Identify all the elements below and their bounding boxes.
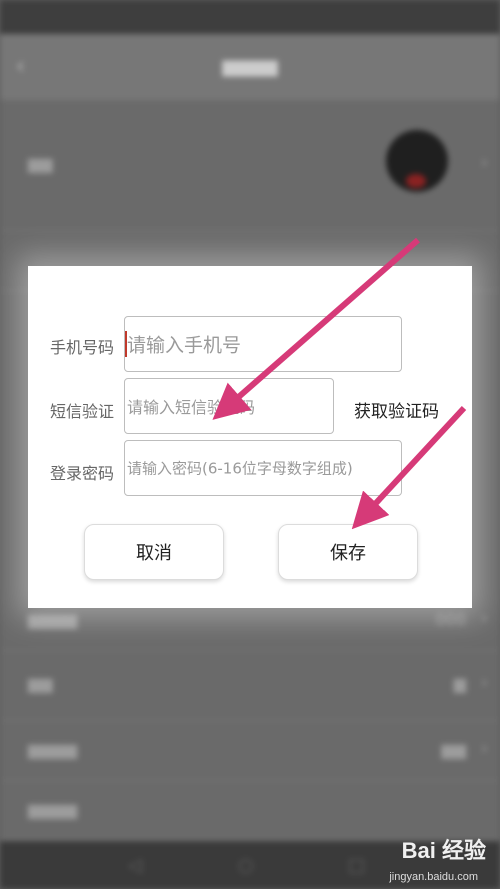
annotation-arrows (212, 237, 467, 530)
arrow-to-save-button (351, 405, 467, 530)
watermark-url: jingyan.baidu.com (389, 871, 478, 883)
baidu-watermark-logo: Bai 经验 (401, 838, 486, 863)
arrow-to-sms-input (212, 237, 420, 420)
